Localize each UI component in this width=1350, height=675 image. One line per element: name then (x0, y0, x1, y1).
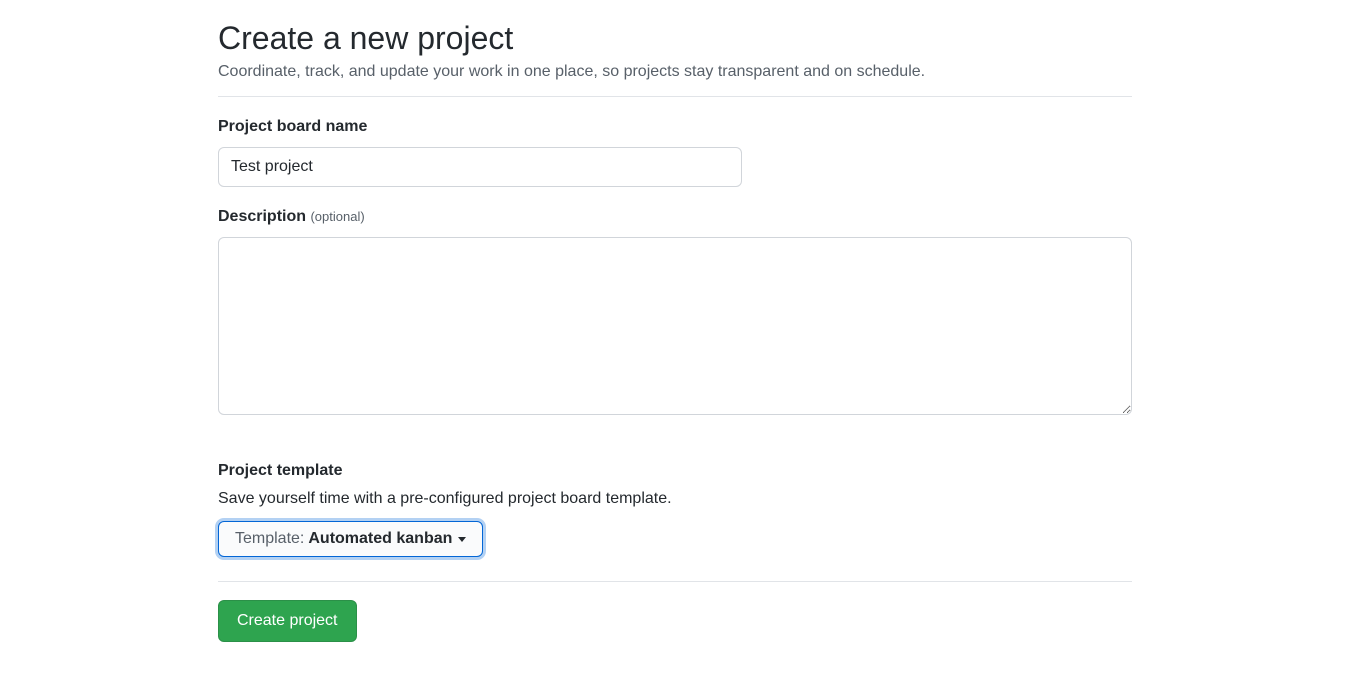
divider-top (218, 96, 1132, 97)
page-title: Create a new project (218, 18, 1132, 58)
template-heading: Project template (218, 459, 1132, 483)
template-prefix: Template: (235, 530, 304, 548)
description-optional-note: (optional) (310, 209, 364, 224)
description-textarea[interactable] (218, 237, 1132, 415)
divider-bottom (218, 581, 1132, 582)
project-name-input[interactable] (218, 147, 742, 187)
template-selected-value: Automated kanban (308, 530, 452, 548)
description-label: Description (optional) (218, 205, 1132, 229)
create-project-button[interactable]: Create project (218, 600, 357, 642)
project-name-group: Project board name (218, 115, 1132, 187)
template-section: Project template Save yourself time with… (218, 459, 1132, 557)
description-label-text: Description (218, 208, 310, 225)
create-project-form: Create a new project Coordinate, track, … (218, 0, 1132, 642)
project-name-label: Project board name (218, 115, 1132, 139)
template-description: Save yourself time with a pre-configured… (218, 487, 1132, 511)
page-subtitle: Coordinate, track, and update your work … (218, 60, 1132, 84)
description-group: Description (optional) (218, 205, 1132, 421)
caret-down-icon (458, 537, 466, 542)
template-dropdown[interactable]: Template: Automated kanban (218, 521, 483, 557)
